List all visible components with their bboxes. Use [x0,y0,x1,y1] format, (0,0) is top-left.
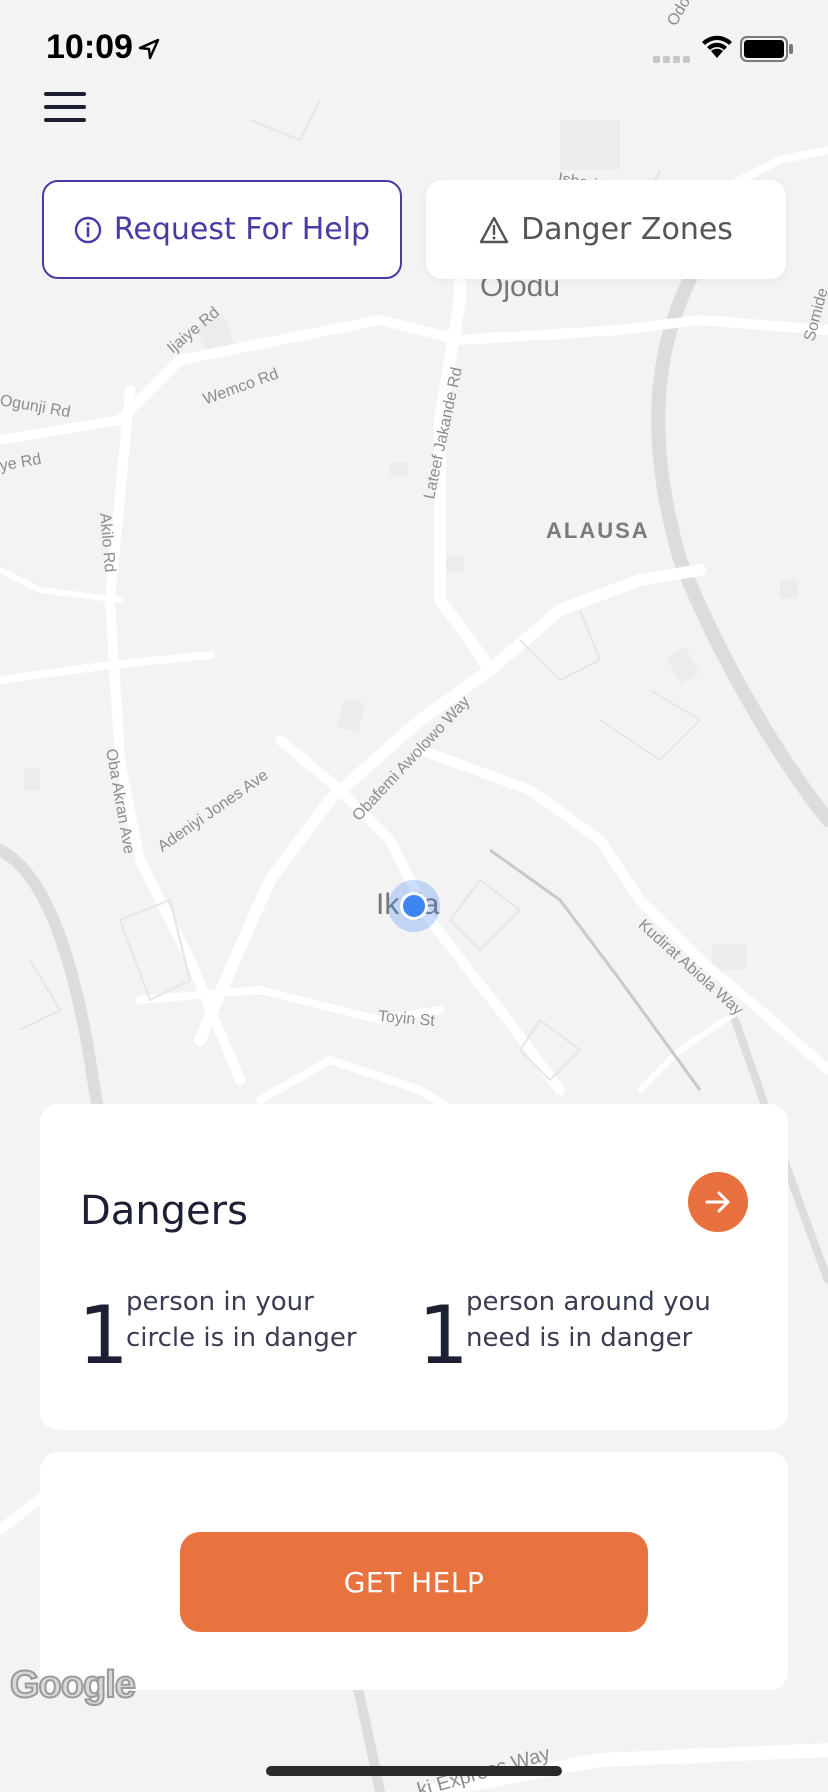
status-bar: 10:09 [0,0,828,96]
request-for-help-label: Request For Help [113,212,371,247]
dangers-card: Dangers 1 person in your circle is in da… [40,1104,788,1430]
warning-triangle-icon [479,216,509,243]
circle-danger-stat: 1 person in your circle is in danger [78,1284,357,1376]
dangers-details-button[interactable] [688,1172,748,1232]
location-arrow-icon [138,38,160,60]
status-time: 10:09 [46,28,133,66]
nearby-danger-count: 1 [418,1289,469,1382]
request-for-help-button[interactable]: Request For Help [42,180,402,279]
nearby-danger-text: person around you need is in danger [466,1287,711,1353]
cellular-signal-icon [653,56,690,63]
get-help-card: GET HELP [40,1452,788,1690]
battery-icon [740,36,793,62]
circle-danger-count: 1 [78,1289,129,1382]
hamburger-icon [44,92,86,96]
circle-danger-text: person in your circle is in danger [126,1287,357,1353]
user-location-dot[interactable] [400,892,428,920]
home-indicator [266,1766,562,1776]
map-label-alausa: ALAUSA [546,518,650,543]
dangers-title: Dangers [80,1188,248,1234]
danger-zones-label: Danger Zones [521,212,733,247]
info-circle-icon [74,216,102,243]
nearby-danger-stat: 1 person around you need is in danger [418,1284,711,1376]
wifi-icon [702,35,732,58]
get-help-button[interactable]: GET HELP [180,1532,648,1632]
menu-button[interactable] [44,92,86,124]
danger-zones-button[interactable]: Danger Zones [426,180,786,279]
google-logo: Google [9,1663,137,1707]
arrow-right-icon [705,1191,730,1213]
